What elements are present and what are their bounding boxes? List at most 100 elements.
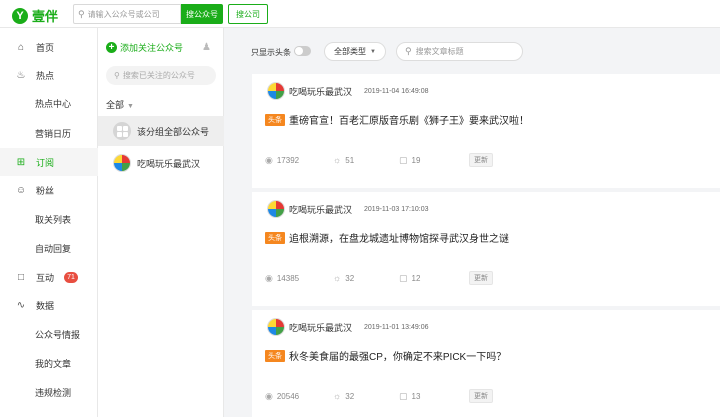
top-bar: Y 壹伴 ⚲ 搜公众号 搜公司 [0, 0, 720, 28]
followed-search-input[interactable] [122, 71, 213, 80]
nav-item-violation-check[interactable]: 违规检测 [0, 378, 98, 406]
article-time: 2019-11-01 13:49:06 [364, 323, 429, 331]
article-card[interactable]: 吃喝玩乐最武汉 2019-11-01 13:49:06 头条 秋冬美食届的最强C… [252, 310, 720, 417]
headline-only-toggle[interactable] [294, 46, 311, 56]
brand-name: 壹伴 [32, 9, 59, 24]
article-stats: ◉ 14385 ☼ 32 ▢ 12 更新 [265, 271, 493, 285]
title-search-box[interactable]: ⚲ [396, 42, 523, 61]
nav-item-hot-center[interactable]: 热点中心 [0, 89, 98, 117]
nav-item-account-intel[interactable]: 公众号情报 [0, 320, 98, 348]
nav-item-my-articles[interactable]: 我的文章 [0, 349, 98, 377]
top-search-box[interactable]: ⚲ [73, 4, 181, 24]
article-card[interactable]: 吃喝玩乐最武汉 2019-11-03 17:10:03 头条 追根溯源，在盘龙城… [252, 192, 720, 306]
headline-tag: 头条 [265, 113, 285, 126]
comment-icon: ▢ [399, 272, 408, 283]
add-account-button[interactable]: + 添加关注公众号 [106, 41, 183, 54]
nav-item-fans[interactable]: ☺ 粉丝 [0, 176, 98, 204]
like-icon: ☼ [333, 391, 342, 401]
article-header: 吃喝玩乐最武汉 2019-11-01 13:49:06 [267, 318, 429, 336]
nav-label: 公众号情报 [35, 329, 81, 340]
likes-count: 32 [345, 273, 355, 283]
comments-stat: ▢ 13 [399, 391, 469, 402]
logo[interactable]: Y 壹伴 [12, 6, 58, 25]
search-company-button[interactable]: 搜公司 [228, 4, 268, 24]
comment-icon: ▢ [399, 390, 408, 401]
views-stat: ◉ 20546 [265, 391, 333, 402]
like-icon: ☼ [333, 273, 342, 283]
nav-item-home[interactable]: ⌂ 首页 [0, 33, 98, 61]
article-title[interactable]: 重磅官宣！百老汇原版音乐剧《狮子王》要来武汉啦！ [289, 112, 529, 127]
nav-item-hot[interactable]: ♨ 热点 [0, 61, 98, 89]
group-all-accounts[interactable]: 该分组全部公众号 [98, 116, 224, 146]
comments-stat: ▢ 12 [399, 273, 469, 284]
article-account[interactable]: 吃喝玩乐最武汉 [289, 321, 352, 334]
nav-label: 自动回复 [35, 243, 72, 254]
nav-label: 我的文章 [35, 358, 72, 369]
account-avatar [267, 82, 285, 100]
caret-down-icon: ▼ [127, 103, 134, 110]
account-panel: + 添加关注公众号 ♟ ⚲ 全部▼ 该分组全部公众号 吃喝玩乐最武汉 [98, 28, 224, 417]
nav-item-data[interactable]: ∿ 数据 [0, 291, 98, 319]
manage-person-icon[interactable]: ♟ [202, 42, 211, 53]
views-stat: ◉ 17392 [265, 155, 333, 166]
home-icon: ⌂ [17, 41, 25, 53]
caret-down-icon: ▼ [370, 48, 376, 55]
likes-stat: ☼ 32 [333, 391, 399, 401]
nav-item-subscribe[interactable]: ⊞ 订阅 [0, 148, 98, 176]
account-item[interactable]: 吃喝玩乐最武汉 [98, 148, 224, 178]
article-body: 头条 追根溯源，在盘龙城遗址博物馆探寻武汉身世之谜 [265, 230, 509, 245]
search-icon: ⚲ [78, 8, 85, 19]
user-icon: ☺ [15, 184, 27, 196]
search-account-button[interactable]: 搜公众号 [181, 4, 223, 24]
article-title[interactable]: 秋冬美食届的最强CP，你确定不来PICK一下吗？ [289, 348, 506, 363]
nav-label: 营销日历 [35, 128, 72, 139]
comment-icon: ▢ [399, 154, 408, 165]
interact-badge: 71 [64, 271, 79, 283]
article-account[interactable]: 吃喝玩乐最武汉 [289, 85, 352, 98]
like-icon: ☼ [333, 155, 342, 165]
account-avatar [113, 154, 131, 172]
nav-item-fan-list[interactable]: 取关列表 [0, 205, 98, 233]
headline-only-label: 只显示头条 [251, 48, 291, 57]
nav-label: 互动 [36, 272, 55, 283]
account-avatar [267, 200, 285, 218]
type-select[interactable]: 全部类型 ▼ [324, 42, 386, 61]
more-button[interactable]: 更新 [469, 153, 493, 167]
article-stats: ◉ 20546 ☼ 32 ▢ 13 更新 [265, 389, 493, 403]
nav-item-marketing-calendar[interactable]: 营销日历 [0, 119, 98, 147]
group-label: 全部 [106, 100, 125, 110]
article-body: 头条 重磅官宣！百老汇原版音乐剧《狮子王》要来武汉啦！ [265, 112, 529, 127]
comments-count: 13 [411, 391, 421, 401]
article-title[interactable]: 追根溯源，在盘龙城遗址博物馆探寻武汉身世之谜 [289, 230, 509, 245]
likes-count: 51 [345, 155, 355, 165]
group-dropdown[interactable]: 全部 ▼ [106, 98, 134, 111]
followed-search-box[interactable]: ⚲ [106, 66, 216, 85]
views-count: 20546 [276, 391, 300, 401]
nav-label: 取关列表 [35, 214, 72, 225]
account-search-input[interactable] [87, 9, 178, 19]
headline-tag: 头条 [265, 231, 285, 244]
eye-icon: ◉ [265, 272, 273, 283]
headline-tag: 头条 [265, 349, 285, 362]
views-count: 17392 [276, 155, 300, 165]
article-card[interactable]: 吃喝玩乐最武汉 2019-11-04 16:49:08 头条 重磅官宣！百老汇原… [252, 74, 720, 188]
search-icon: ⚲ [114, 71, 120, 80]
article-account[interactable]: 吃喝玩乐最武汉 [289, 203, 352, 216]
nav-item-auto-reply[interactable]: 自动回复 [0, 234, 98, 262]
chart-icon: ∿ [16, 299, 26, 311]
search-icon: ⚲ [405, 46, 412, 56]
title-search-input[interactable] [415, 47, 516, 56]
eye-icon: ◉ [265, 154, 273, 165]
nav-label: 数据 [36, 300, 55, 311]
eye-icon: ◉ [265, 390, 273, 401]
subscribe-icon: ⊞ [16, 156, 26, 168]
more-button[interactable]: 更新 [469, 389, 493, 403]
views-count: 14385 [276, 273, 300, 283]
more-button[interactable]: 更新 [469, 271, 493, 285]
grid-icon [113, 122, 131, 140]
nav-item-interact[interactable]: □ 互动 71 [0, 263, 98, 291]
flame-icon: ♨ [16, 69, 26, 81]
sidebar-nav: ⌂ 首页 ♨ 热点 热点中心 营销日历 ⊞ 订阅 ☺ 粉丝 取关列表 自动回复 … [0, 28, 98, 417]
likes-stat: ☼ 32 [333, 273, 399, 283]
chat-icon: □ [17, 271, 25, 283]
